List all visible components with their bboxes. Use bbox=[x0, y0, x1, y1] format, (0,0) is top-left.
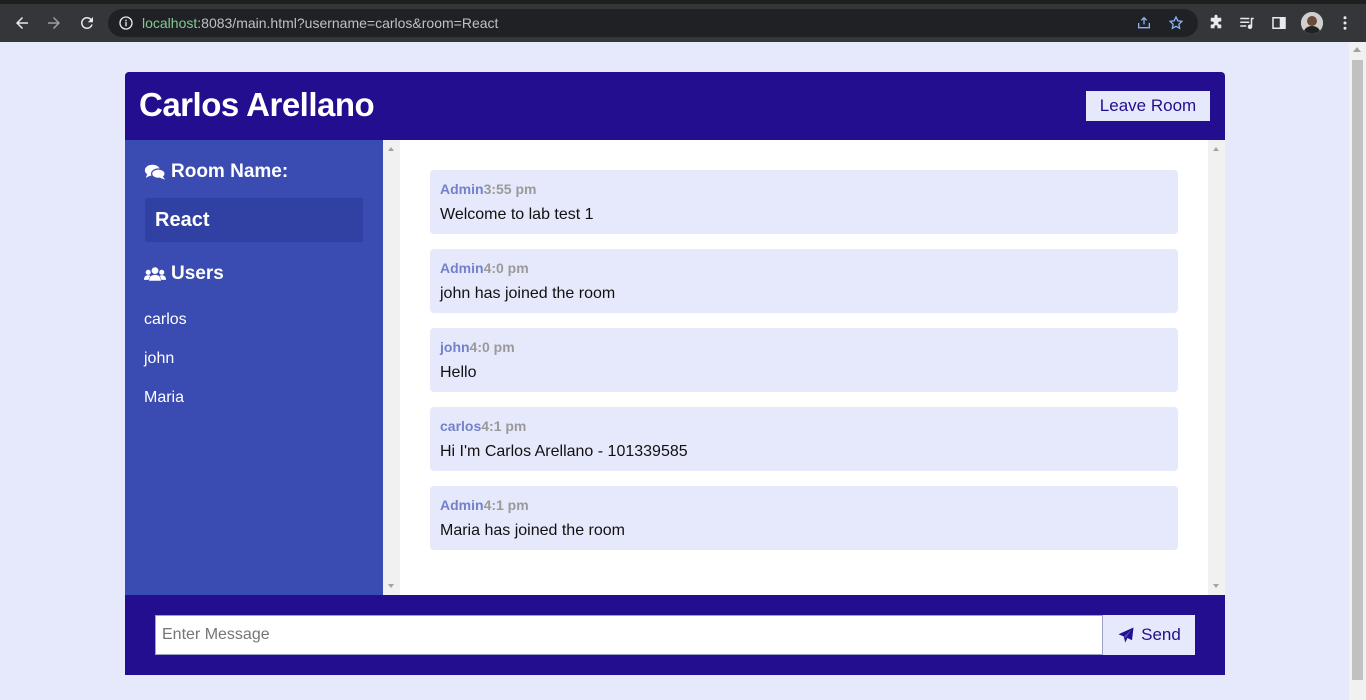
message-meta: carlos4:1 pm bbox=[440, 418, 526, 434]
message-time: 4:0 pm bbox=[469, 339, 515, 355]
room-name-heading: Room Name: bbox=[144, 161, 288, 183]
page-scrollbar[interactable] bbox=[1349, 42, 1366, 700]
paper-plane-icon bbox=[1118, 627, 1134, 643]
bookmark-star-icon[interactable] bbox=[1168, 15, 1184, 31]
address-bar[interactable]: localhost:8083/main.html?username=carlos… bbox=[108, 9, 1198, 37]
users-label: Users bbox=[171, 263, 224, 284]
chat-message: Admin4:0 pm john has joined the room bbox=[430, 249, 1178, 313]
message-composer: Send bbox=[125, 595, 1225, 675]
send-label: Send bbox=[1141, 625, 1181, 644]
room-name: React bbox=[155, 209, 210, 231]
message-meta: john4:0 pm bbox=[440, 339, 515, 355]
message-username: john bbox=[440, 339, 470, 355]
message-list[interactable]: Admin3:55 pm Welcome to lab test 1 Admin… bbox=[383, 140, 1225, 595]
chat-message: Admin4:1 pm Maria has joined the room bbox=[430, 486, 1178, 550]
message-meta: Admin3:55 pm bbox=[440, 181, 536, 197]
message-username: Admin bbox=[440, 260, 484, 276]
message-text: Hello bbox=[440, 364, 477, 381]
room-name-label: Room Name: bbox=[171, 161, 289, 182]
user-list-item: john bbox=[144, 350, 175, 367]
back-icon[interactable] bbox=[12, 13, 32, 33]
message-time: 4:1 pm bbox=[483, 497, 529, 513]
message-text: john has joined the room bbox=[440, 285, 616, 302]
browser-toolbar: localhost:8083/main.html?username=carlos… bbox=[0, 4, 1366, 42]
leave-room-button[interactable]: Leave Room bbox=[1086, 91, 1210, 121]
chat-header: Carlos Arellano Leave Room bbox=[125, 72, 1225, 140]
message-time: 4:0 pm bbox=[483, 260, 529, 276]
users-icon bbox=[144, 267, 166, 281]
scrollbar-thumb[interactable] bbox=[1352, 60, 1363, 680]
chat-message: carlos4:1 pm Hi I'm Carlos Arellano - 10… bbox=[430, 407, 1178, 471]
forward-icon[interactable] bbox=[44, 13, 64, 33]
message-username: Admin bbox=[440, 497, 484, 513]
info-icon[interactable] bbox=[118, 15, 134, 31]
user-list-item: carlos bbox=[144, 311, 187, 328]
users-heading: Users bbox=[144, 263, 224, 285]
scroll-up-arrow[interactable] bbox=[1353, 47, 1361, 52]
page-title: Carlos Arellano bbox=[139, 86, 375, 123]
send-button[interactable]: Send bbox=[1103, 615, 1195, 655]
url-host: localhost bbox=[142, 15, 198, 31]
message-time: 3:55 pm bbox=[483, 181, 537, 197]
chat-sidebar: Room Name: React Users carlos john Maria bbox=[125, 140, 383, 595]
extensions-icon[interactable] bbox=[1207, 14, 1225, 32]
room-name-box: React bbox=[145, 198, 363, 242]
profile-avatar[interactable] bbox=[1301, 12, 1323, 34]
url-text[interactable]: localhost:8083/main.html?username=carlos… bbox=[142, 15, 498, 31]
message-text: Welcome to lab test 1 bbox=[440, 206, 594, 223]
message-meta: Admin4:0 pm bbox=[440, 260, 529, 276]
media-queue-icon[interactable] bbox=[1238, 14, 1256, 32]
chat-container: Carlos Arellano Leave Room Room Name: Re… bbox=[125, 72, 1225, 675]
side-panel-icon[interactable] bbox=[1270, 14, 1288, 32]
user-list-item: Maria bbox=[144, 389, 185, 406]
reload-icon[interactable] bbox=[77, 13, 97, 33]
menu-icon[interactable] bbox=[1336, 14, 1354, 32]
message-text: Hi I'm Carlos Arellano - 101339585 bbox=[440, 443, 688, 460]
message-username: Admin bbox=[440, 181, 484, 197]
url-path: :8083/main.html?username=carlos&room=Rea… bbox=[197, 15, 499, 31]
chat-message: Admin3:55 pm Welcome to lab test 1 bbox=[430, 170, 1178, 234]
comments-icon bbox=[144, 164, 166, 180]
chat-message: john4:0 pm Hello bbox=[430, 328, 1178, 392]
message-scrollbar-left[interactable] bbox=[383, 140, 400, 595]
message-input[interactable] bbox=[155, 615, 1103, 655]
message-username: carlos bbox=[440, 418, 482, 434]
message-scrollbar[interactable] bbox=[1208, 140, 1225, 595]
message-text: Maria has joined the room bbox=[440, 522, 625, 539]
message-meta: Admin4:1 pm bbox=[440, 497, 529, 513]
share-icon[interactable] bbox=[1136, 15, 1152, 31]
message-time: 4:1 pm bbox=[481, 418, 527, 434]
